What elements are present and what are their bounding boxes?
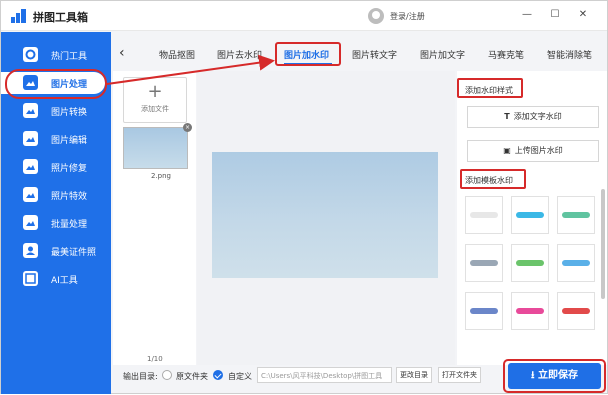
add-text-watermark-button[interactable]: T 添加文字水印 — [467, 106, 599, 128]
sidebar-item-image-convert[interactable]: 图片转换 — [1, 100, 111, 122]
upload-image-watermark-button[interactable]: ▣ 上传图片水印 — [467, 140, 599, 162]
sidebar-item-ai-tools[interactable]: AI工具 — [1, 268, 111, 290]
remove-file-icon[interactable]: × — [183, 123, 192, 132]
sidebar-item-image-edit[interactable]: 图片编辑 — [1, 128, 111, 150]
plus-icon: + — [147, 81, 163, 102]
thumbnail-filename: 2.png — [151, 172, 172, 180]
sidebar-item-photo-effects[interactable]: 照片特效 — [1, 184, 111, 206]
annotation-highlight-tab — [275, 42, 341, 66]
change-dir-button[interactable]: 更改目录 — [396, 367, 432, 383]
app-title: 拼图工具箱 — [33, 11, 88, 24]
app-logo-icon — [11, 9, 26, 23]
add-text-watermark-label: 添加文字水印 — [513, 112, 562, 121]
image-icon: ▣ — [503, 146, 511, 155]
file-panel: + 添加文件 × 2.png — [113, 71, 196, 365]
text-icon: T — [504, 112, 510, 121]
radio-custom-folder[interactable] — [213, 370, 223, 380]
sidebar-item-label: AI工具 — [51, 276, 78, 286]
tab-bar: ‹ 物品抠图 图片去水印 图片加水印 图片转文字 图片加文字 马赛克笔 智能消除… — [111, 41, 607, 69]
maximize-button[interactable]: ☐ — [548, 8, 562, 22]
batch-process-icon — [23, 215, 38, 230]
template-watermark[interactable] — [557, 196, 595, 234]
open-folder-button[interactable]: 打开文件夹 — [438, 367, 481, 383]
template-watermark[interactable] — [557, 292, 595, 330]
login-link[interactable]: 登录/注册 — [390, 11, 425, 22]
tab-image-to-text[interactable]: 图片转文字 — [352, 48, 397, 61]
title-bar: 拼图工具箱 登录/注册 — ☐ ✕ — [1, 1, 607, 31]
sidebar-item-label: 图片编辑 — [51, 136, 88, 146]
sidebar-item-batch-process[interactable]: 批量处理 — [1, 212, 111, 234]
photo-effects-icon — [23, 187, 38, 202]
annotation-highlight-sidebar — [5, 69, 107, 99]
sidebar-item-label: 图片转换 — [51, 108, 88, 118]
user-avatar-icon[interactable] — [368, 8, 384, 24]
sidebar-item-label: 照片修复 — [51, 164, 88, 174]
image-thumbnail[interactable] — [123, 127, 188, 169]
upload-image-watermark-label: 上传图片水印 — [514, 146, 563, 155]
ai-tools-icon — [23, 271, 38, 286]
image-edit-icon — [23, 131, 38, 146]
template-watermark[interactable] — [465, 244, 503, 282]
radio-original-folder[interactable] — [162, 370, 172, 380]
tab-add-text[interactable]: 图片加文字 — [420, 48, 465, 61]
option-custom-folder: 自定义 — [228, 372, 252, 381]
annotation-highlight-template — [460, 169, 526, 189]
sidebar-item-id-photo[interactable]: 最美证件照 — [1, 240, 111, 262]
output-path-field[interactable]: C:\Users\风平科技\Desktop\拼图工具 — [257, 367, 392, 383]
sidebar-item-label: 批量处理 — [51, 220, 88, 230]
id-photo-icon — [23, 243, 38, 258]
hot-tools-icon — [23, 47, 38, 62]
tab-object-cutout[interactable]: 物品抠图 — [159, 48, 195, 61]
template-watermark[interactable] — [511, 244, 549, 282]
annotation-highlight-style — [457, 78, 523, 98]
sidebar-item-label: 照片特效 — [51, 192, 88, 202]
image-preview[interactable] — [212, 152, 438, 278]
option-original-folder: 原文件夹 — [176, 372, 208, 381]
annotation-highlight-save — [503, 359, 606, 393]
template-watermark[interactable] — [465, 196, 503, 234]
sidebar-item-label: 最美证件照 — [51, 248, 97, 258]
sidebar-item-hot-tools[interactable]: 热门工具 — [1, 44, 111, 66]
sidebar-item-photo-repair[interactable]: 照片修复 — [1, 156, 111, 178]
app-window: 拼图工具箱 登录/注册 — ☐ ✕ 热门工具 图片处理 图片转换 图片编辑 照片… — [0, 0, 608, 394]
back-icon[interactable]: ‹ — [119, 45, 125, 61]
photo-repair-icon — [23, 159, 38, 174]
add-file-label: 添加文件 — [141, 105, 169, 113]
template-watermark[interactable] — [465, 292, 503, 330]
tab-mosaic-pen[interactable]: 马赛克笔 — [488, 48, 524, 61]
image-convert-icon — [23, 103, 38, 118]
minimize-button[interactable]: — — [520, 8, 534, 22]
output-dir-label: 输出目录: — [123, 372, 158, 381]
tab-remove-watermark[interactable]: 图片去水印 — [217, 48, 262, 61]
template-watermark[interactable] — [557, 244, 595, 282]
scrollbar[interactable] — [601, 189, 605, 299]
close-button[interactable]: ✕ — [576, 8, 590, 22]
page-count: 1/10 — [147, 355, 163, 363]
tab-smart-eraser[interactable]: 智能消除笔 — [547, 48, 592, 61]
template-watermark[interactable] — [511, 196, 549, 234]
add-file-button[interactable]: + 添加文件 — [123, 77, 187, 123]
sidebar-item-label: 热门工具 — [51, 52, 88, 62]
template-watermark[interactable] — [511, 292, 549, 330]
